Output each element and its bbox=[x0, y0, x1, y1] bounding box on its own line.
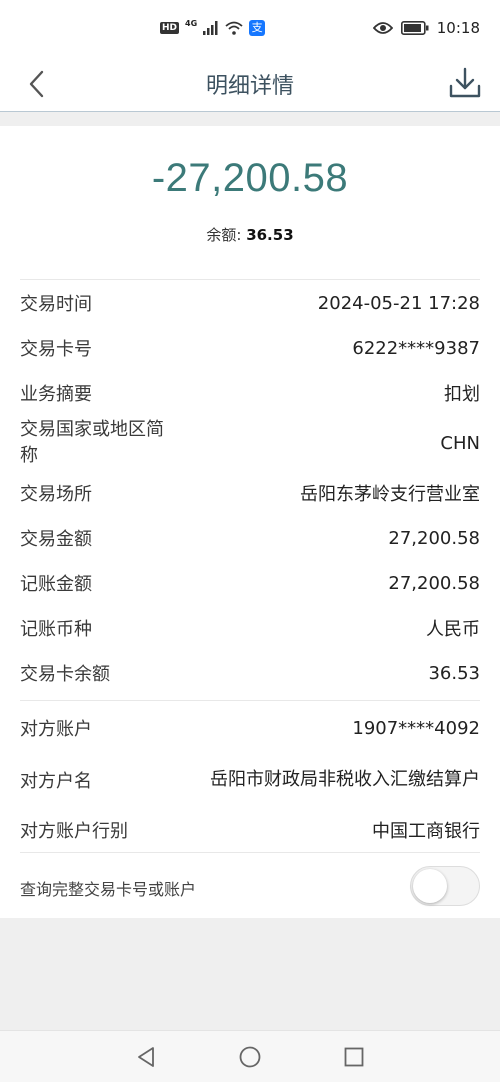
counterparty-label: 对方户名 bbox=[20, 771, 92, 792]
hd-icon: HD bbox=[160, 22, 180, 34]
counterparty-row-account: 对方账户 1907****4092 bbox=[20, 713, 480, 743]
nav-bar: 明细详情 bbox=[0, 56, 500, 112]
toggle-knob bbox=[413, 869, 447, 903]
counterparty-label: 对方账户行别 bbox=[20, 821, 128, 842]
detail-value: 2024-05-21 17:28 bbox=[317, 292, 480, 314]
recents-square-icon[interactable] bbox=[342, 1045, 366, 1069]
detail-label: 交易场所 bbox=[20, 484, 92, 505]
signal-icon bbox=[203, 21, 218, 35]
status-icons-right: 10:18 bbox=[372, 16, 480, 40]
counterparty-value: 岳阳市财政局非税收入汇缴结算户 bbox=[210, 769, 480, 790]
query-full-number-toggle[interactable] bbox=[410, 866, 480, 906]
page-title: 明细详情 bbox=[205, 74, 294, 99]
detail-row-card-balance: 交易卡余额 36.53 bbox=[20, 658, 480, 688]
clock: 10:18 bbox=[436, 19, 480, 37]
divider bbox=[20, 852, 480, 853]
balance-value: 36.53 bbox=[246, 226, 294, 244]
detail-label: 记账币种 bbox=[20, 619, 92, 640]
battery-icon bbox=[400, 21, 429, 35]
network-type-label: 4G bbox=[185, 18, 198, 28]
detail-label: 交易国家或地区简称 bbox=[20, 419, 164, 466]
detail-label: 记账金额 bbox=[20, 574, 92, 595]
query-full-number-label: 查询完整交易卡号或账户 bbox=[20, 880, 197, 899]
detail-value: 6222****9387 bbox=[352, 337, 480, 359]
balance-summary: 余额: 36.53 bbox=[0, 224, 500, 245]
detail-row-location: 交易场所 岳阳东茅岭支行营业室 bbox=[20, 478, 480, 508]
wifi-icon bbox=[225, 21, 243, 35]
detail-value: 36.53 bbox=[428, 662, 480, 684]
detail-value: 27,200.58 bbox=[388, 527, 480, 549]
detail-value: 27,200.58 bbox=[388, 572, 480, 594]
download-icon[interactable] bbox=[448, 66, 482, 100]
counterparty-row-name: 对方户名 岳阳市财政局非税收入汇缴结算户 bbox=[20, 752, 480, 808]
detail-value: 岳阳东茅岭支行营业室 bbox=[300, 484, 480, 505]
counterparty-value: 1907****4092 bbox=[352, 717, 480, 739]
divider bbox=[20, 700, 480, 701]
detail-row-summary: 业务摘要 扣划 bbox=[20, 378, 480, 408]
counterparty-row-bank: 对方账户行别 中国工商银行 bbox=[20, 815, 480, 845]
detail-label: 交易金额 bbox=[20, 529, 92, 550]
detail-label: 交易卡余额 bbox=[20, 664, 110, 685]
detail-row-country: 交易国家或地区简称 CHN bbox=[20, 416, 480, 470]
counterparty-value: 中国工商银行 bbox=[372, 821, 480, 842]
detail-value: 人民币 bbox=[426, 619, 480, 640]
counterparty-label: 对方账户 bbox=[20, 719, 92, 740]
detail-label: 交易卡号 bbox=[20, 339, 92, 360]
alipay-icon: 支 bbox=[249, 20, 266, 36]
eye-icon bbox=[372, 22, 393, 34]
detail-row-booked-amount: 记账金额 27,200.58 bbox=[20, 568, 480, 598]
detail-value: CHN bbox=[440, 432, 480, 454]
system-nav-bar bbox=[0, 1030, 500, 1082]
detail-row-time: 交易时间 2024-05-21 17:28 bbox=[20, 288, 480, 318]
status-icons-left: HD 4G 支 bbox=[160, 18, 266, 38]
home-circle-icon[interactable] bbox=[238, 1045, 262, 1069]
transaction-amount: -27,200.58 bbox=[151, 156, 349, 200]
balance-label: 余额: bbox=[206, 226, 247, 244]
detail-value: 扣划 bbox=[444, 384, 480, 405]
status-bar: HD 4G 支 10:18 bbox=[0, 0, 500, 56]
transaction-detail-card: -27,200.58 余额: 36.53 交易时间 2024-05-21 17:… bbox=[0, 126, 500, 918]
divider bbox=[20, 279, 480, 280]
detail-row-currency: 记账币种 人民币 bbox=[20, 613, 480, 643]
detail-label: 交易时间 bbox=[20, 294, 92, 315]
back-triangle-icon[interactable] bbox=[134, 1045, 158, 1069]
detail-label: 业务摘要 bbox=[20, 384, 92, 405]
detail-row-card-number: 交易卡号 6222****9387 bbox=[20, 333, 480, 363]
detail-row-trade-amount: 交易金额 27,200.58 bbox=[20, 523, 480, 553]
